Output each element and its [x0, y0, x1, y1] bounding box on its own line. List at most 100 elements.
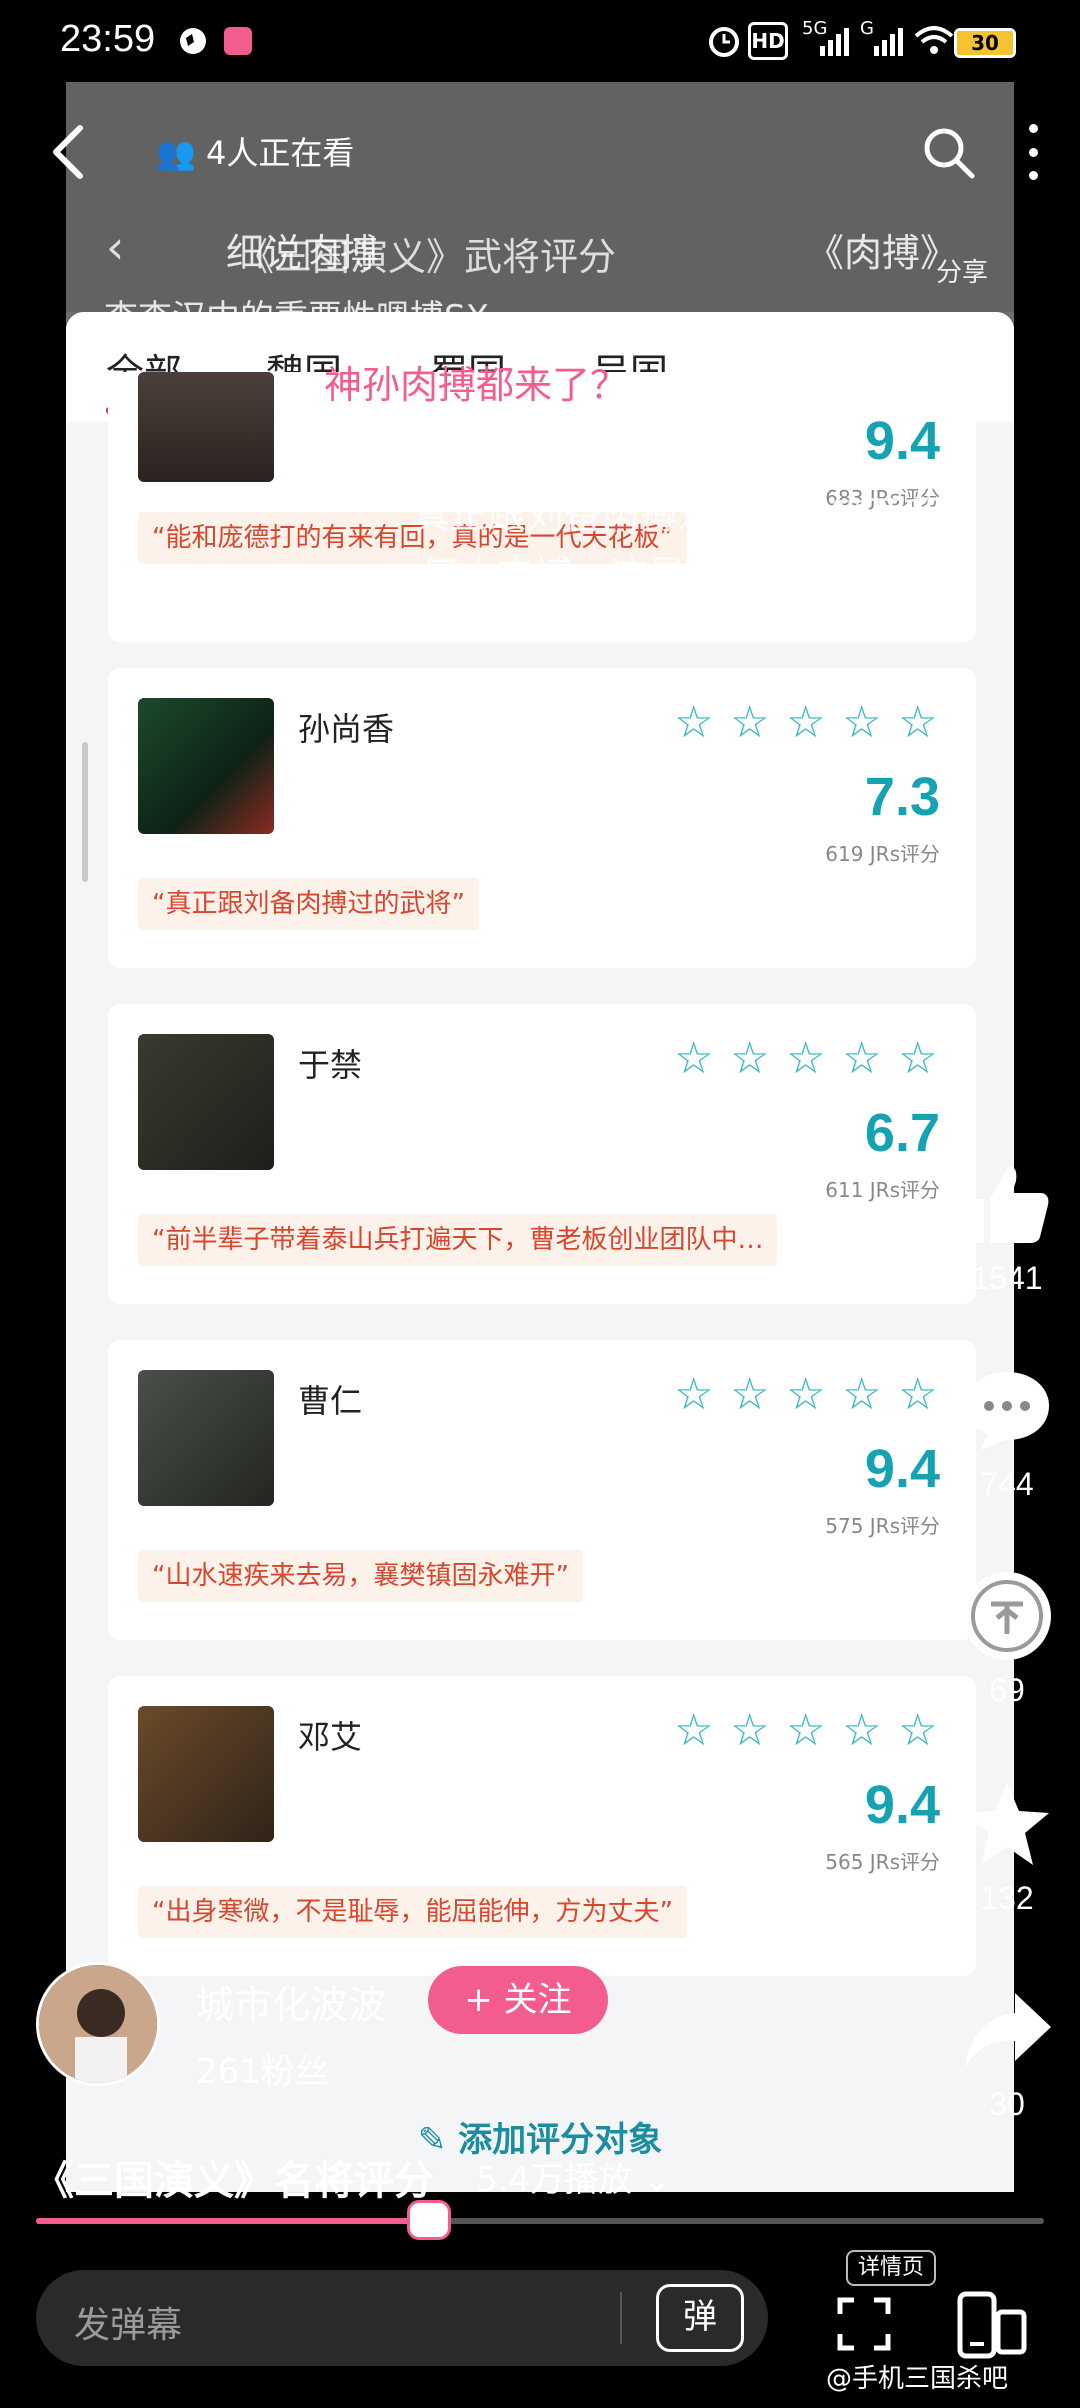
signal-5g-icon: 5G	[802, 18, 854, 60]
danmaku-text: 真正跟刘备肉搏过的武将笑死我	[412, 493, 945, 537]
coin-count: 69	[989, 1672, 1025, 1708]
star-icon: ☆	[730, 1033, 770, 1084]
general-quote: “出身寒微，不是耻辱，能屈能伸，方为丈夫”	[138, 1886, 687, 1938]
hd-badge: HD	[748, 22, 788, 60]
danmaku-text: 神孙肉搏都来了？	[324, 363, 629, 407]
star-icon: ☆	[898, 1033, 938, 1084]
star-icon: ☆	[786, 1033, 826, 1084]
star-icon: ☆	[674, 1369, 714, 1420]
share-count: 30	[989, 2086, 1025, 2122]
signal-icon: G	[860, 18, 906, 60]
inner-back-icon: ‹	[106, 220, 125, 274]
follow-button[interactable]: + 关注	[428, 1966, 608, 2034]
battery-level: 30	[957, 31, 1013, 55]
detail-page-button[interactable]: 详情页	[846, 2250, 937, 2286]
play-count[interactable]: 5.4万播放 ⌄	[476, 2152, 671, 2201]
general-quote: “前半辈子带着泰山兵打遍天下，曹老板创业团队中…	[138, 1214, 778, 1266]
thumbs-up-icon	[959, 1156, 1055, 1252]
fans-count: 261粉丝	[196, 2052, 329, 2092]
star-icon: ☆	[898, 1705, 938, 1756]
star-icon: ☆	[842, 697, 882, 748]
divider	[620, 2292, 622, 2344]
wifi-icon	[914, 22, 954, 60]
star-icon: ☆	[786, 697, 826, 748]
star-icon: ☆	[842, 1369, 882, 1420]
video-title[interactable]: 《三国演义》名将评分	[34, 2148, 434, 2206]
fullscreen-button[interactable]	[836, 2296, 892, 2352]
rating-stars: ☆ ☆ ☆ ☆ ☆	[674, 1369, 940, 1420]
star-icon	[959, 1776, 1055, 1872]
star-icon: ☆	[674, 1033, 714, 1084]
battery-indicator: 30	[954, 28, 1016, 58]
video-frame[interactable]: ‹ 《三国演义》武将评分 分享 全部 魏国 蜀国 吴国 9.4 683 JRs评…	[66, 82, 1014, 2192]
star-icon: ☆	[730, 1369, 770, 1420]
star-icon: ☆	[674, 1705, 714, 1756]
general-quote: “真正跟刘备肉搏过的武将”	[138, 878, 479, 930]
share-action[interactable]: 30	[952, 1982, 1062, 2123]
danmaku-text: 陆逊低了	[398, 431, 551, 475]
like-count: 1541	[971, 1260, 1043, 1296]
general-votes: 619 JRs评分	[825, 842, 940, 866]
general-name: 邓艾	[298, 1718, 363, 1756]
app-notification-icon	[222, 22, 254, 60]
general-card: 于禁 ☆ ☆ ☆ ☆ ☆ 6.7 611 JRs评分 “前半辈子带着泰山兵打遍天下，曹老…	[108, 1004, 976, 1304]
search-button[interactable]	[920, 124, 976, 180]
rating-stars: ☆ ☆ ☆ ☆ ☆	[674, 1033, 940, 1084]
favorite-count: 132	[980, 1880, 1034, 1916]
watermark-text: @手机三国杀吧	[826, 2364, 1009, 2394]
comment-count: 744	[980, 1466, 1034, 1502]
general-name: 曹仁	[298, 1382, 363, 1420]
progress-thumb-icon[interactable]	[407, 2200, 452, 2240]
general-portrait	[138, 1706, 274, 1842]
star-icon: ☆	[842, 1705, 882, 1756]
favorite-action[interactable]: 132	[952, 1776, 1062, 1917]
general-portrait	[138, 1034, 274, 1170]
globe-icon	[176, 22, 210, 60]
danmaku-input[interactable]: 发弹幕 弹	[36, 2270, 768, 2366]
danmaku-toggle-button[interactable]: 弹	[656, 2284, 744, 2352]
general-name: 孙尚香	[298, 710, 395, 748]
general-quote: “山水速疾来去易，襄樊镇固永难开”	[138, 1550, 583, 1602]
watching-count: 👥 4人正在看	[156, 134, 355, 172]
scrollbar	[82, 742, 88, 882]
danmaku-placeholder: 发弹幕	[74, 2305, 183, 2346]
comment-action[interactable]: 744	[952, 1362, 1062, 1503]
status-time: 23:59	[60, 18, 156, 60]
orientation-button[interactable]	[956, 2290, 1028, 2360]
progress-fill	[36, 2218, 430, 2224]
rotate-screen-icon	[957, 2291, 1027, 2359]
general-votes: 611 JRs评分	[825, 1178, 940, 1202]
back-arrow-icon	[53, 125, 83, 179]
danmaku-text: 查查汉中的重要性嗯搏SX	[104, 298, 489, 338]
general-portrait	[138, 1370, 274, 1506]
general-score: 9.4	[864, 1775, 940, 1835]
like-action[interactable]: 1541	[952, 1156, 1062, 1297]
rating-stars: ☆ ☆ ☆ ☆ ☆	[674, 697, 940, 748]
star-icon: ☆	[730, 697, 770, 748]
general-score: 6.7	[864, 1103, 940, 1163]
general-votes: 565 JRs评分	[825, 1850, 940, 1874]
comment-icon	[959, 1362, 1055, 1458]
coin-icon	[959, 1568, 1055, 1664]
author-name[interactable]: 城市化波波	[196, 1974, 386, 2029]
progress-bar[interactable]	[36, 2200, 1044, 2240]
people-icon: 👥	[156, 134, 207, 172]
more-options-button[interactable]	[1026, 124, 1040, 180]
general-card: 孙尚香 ☆ ☆ ☆ ☆ ☆ 7.3 619 JRs评分 “真正跟刘备肉搏过的武将”	[108, 668, 976, 968]
general-card: 曹仁 ☆ ☆ ☆ ☆ ☆ 9.4 575 JRs评分 “山水速疾来去易，襄樊镇固永难开”	[108, 1340, 976, 1640]
author-avatar[interactable]	[36, 1962, 160, 2086]
rating-stars: ☆ ☆ ☆ ☆ ☆	[674, 1705, 940, 1756]
star-icon: ☆	[674, 697, 714, 748]
general-votes: 575 JRs评分	[825, 1514, 940, 1538]
general-portrait	[138, 698, 274, 834]
fullscreen-icon	[837, 2297, 891, 2351]
star-icon: ☆	[786, 1705, 826, 1756]
chevron-down-icon: ⌄	[632, 2160, 672, 2200]
general-name: 于禁	[298, 1046, 363, 1084]
star-icon: ☆	[786, 1369, 826, 1420]
search-icon	[924, 128, 975, 179]
danmaku-text: 《肉搏》	[806, 231, 959, 275]
coin-action[interactable]: 69	[952, 1568, 1062, 1709]
star-icon: ☆	[898, 1369, 938, 1420]
back-button[interactable]	[48, 122, 88, 182]
